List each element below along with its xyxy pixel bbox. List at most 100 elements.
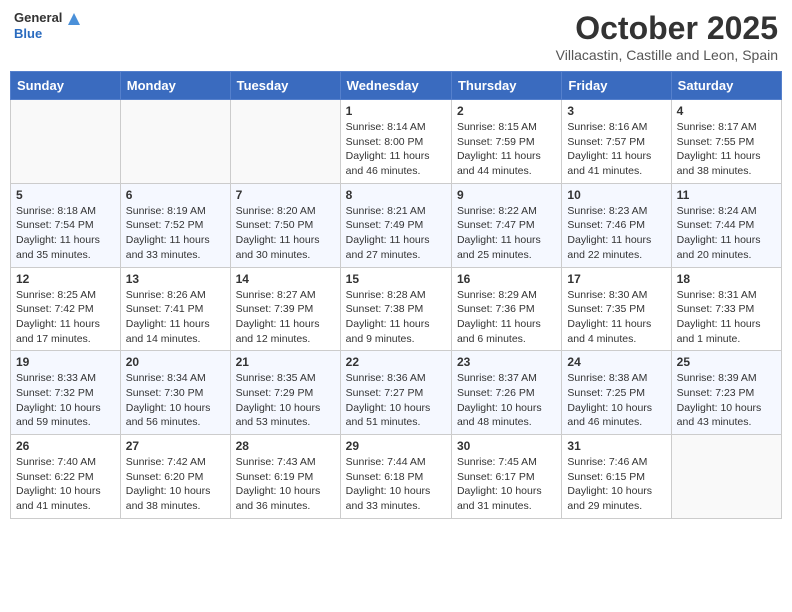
- day-info: Sunrise: 7:46 AM Sunset: 6:15 PM Dayligh…: [567, 455, 665, 514]
- day-number: 20: [126, 355, 225, 369]
- calendar-cell: 1 Sunrise: 8:14 AM Sunset: 8:00 PM Daylig…: [340, 100, 451, 184]
- day-info: Sunrise: 8:33 AM Sunset: 7:32 PM Dayligh…: [16, 371, 115, 430]
- day-number: 17: [567, 272, 665, 286]
- weekday-header-wednesday: Wednesday: [340, 72, 451, 100]
- day-number: 28: [236, 439, 335, 453]
- calendar-cell: 3 Sunrise: 8:16 AM Sunset: 7:57 PM Daylig…: [562, 100, 671, 184]
- day-number: 6: [126, 188, 225, 202]
- day-number: 1: [346, 104, 446, 118]
- day-info: Sunrise: 8:25 AM Sunset: 7:42 PM Dayligh…: [16, 288, 115, 347]
- day-info: Sunrise: 8:34 AM Sunset: 7:30 PM Dayligh…: [126, 371, 225, 430]
- calendar-cell: 8 Sunrise: 8:21 AM Sunset: 7:49 PM Daylig…: [340, 183, 451, 267]
- day-number: 10: [567, 188, 665, 202]
- calendar-cell: 9 Sunrise: 8:22 AM Sunset: 7:47 PM Daylig…: [451, 183, 561, 267]
- day-info: Sunrise: 8:20 AM Sunset: 7:50 PM Dayligh…: [236, 204, 335, 263]
- day-number: 18: [677, 272, 776, 286]
- page-header: General Blue October 2025 Villacastin, C…: [10, 10, 782, 63]
- day-number: 24: [567, 355, 665, 369]
- day-info: Sunrise: 8:22 AM Sunset: 7:47 PM Dayligh…: [457, 204, 556, 263]
- calendar-cell: [230, 100, 340, 184]
- calendar-cell: 18 Sunrise: 8:31 AM Sunset: 7:33 PM Dayli…: [671, 267, 781, 351]
- calendar-cell: 23Sunrise: 8:37 AM Sunset: 7:26 PM Dayli…: [451, 351, 561, 435]
- calendar-cell: 16 Sunrise: 8:29 AM Sunset: 7:36 PM Dayli…: [451, 267, 561, 351]
- day-number: 11: [677, 188, 776, 202]
- calendar-cell: [671, 435, 781, 519]
- weekday-header-sunday: Sunday: [11, 72, 121, 100]
- calendar-cell: 25Sunrise: 8:39 AM Sunset: 7:23 PM Dayli…: [671, 351, 781, 435]
- day-number: 14: [236, 272, 335, 286]
- calendar-cell: [120, 100, 230, 184]
- calendar-cell: 7 Sunrise: 8:20 AM Sunset: 7:50 PM Daylig…: [230, 183, 340, 267]
- day-number: 27: [126, 439, 225, 453]
- calendar-cell: [11, 100, 121, 184]
- calendar-cell: 5 Sunrise: 8:18 AM Sunset: 7:54 PM Daylig…: [11, 183, 121, 267]
- calendar-cell: 29 Sunrise: 7:44 AM Sunset: 6:18 PM Dayli…: [340, 435, 451, 519]
- day-info: Sunrise: 7:45 AM Sunset: 6:17 PM Dayligh…: [457, 455, 556, 514]
- calendar-cell: 4 Sunrise: 8:17 AM Sunset: 7:55 PM Daylig…: [671, 100, 781, 184]
- calendar-cell: 20 Sunrise: 8:34 AM Sunset: 7:30 PM Dayli…: [120, 351, 230, 435]
- calendar-week-row: 12 Sunrise: 8:25 AM Sunset: 7:42 PM Dayli…: [11, 267, 782, 351]
- day-info: Sunrise: 8:38 AM Sunset: 7:25 PM Dayligh…: [567, 371, 665, 430]
- day-info: Sunrise: 8:27 AM Sunset: 7:39 PM Dayligh…: [236, 288, 335, 347]
- calendar-cell: 30 Sunrise: 7:45 AM Sunset: 6:17 PM Dayli…: [451, 435, 561, 519]
- day-number: 16: [457, 272, 556, 286]
- logo: General Blue: [14, 10, 81, 41]
- day-info: Sunrise: 8:24 AM Sunset: 7:44 PM Dayligh…: [677, 204, 776, 263]
- calendar-cell: 6Sunrise: 8:19 AM Sunset: 7:52 PM Daylig…: [120, 183, 230, 267]
- day-number: 9: [457, 188, 556, 202]
- day-number: 30: [457, 439, 556, 453]
- day-info: Sunrise: 8:18 AM Sunset: 7:54 PM Dayligh…: [16, 204, 115, 263]
- logo-blue-text: Blue: [14, 26, 81, 42]
- day-info: Sunrise: 8:36 AM Sunset: 7:27 PM Dayligh…: [346, 371, 446, 430]
- day-number: 8: [346, 188, 446, 202]
- day-info: Sunrise: 8:17 AM Sunset: 7:55 PM Dayligh…: [677, 120, 776, 179]
- page-title: October 2025: [556, 10, 778, 47]
- day-number: 29: [346, 439, 446, 453]
- calendar-cell: 13Sunrise: 8:26 AM Sunset: 7:41 PM Dayli…: [120, 267, 230, 351]
- day-number: 7: [236, 188, 335, 202]
- calendar-cell: 28Sunrise: 7:43 AM Sunset: 6:19 PM Dayli…: [230, 435, 340, 519]
- day-number: 3: [567, 104, 665, 118]
- day-number: 31: [567, 439, 665, 453]
- calendar-cell: 12 Sunrise: 8:25 AM Sunset: 7:42 PM Dayli…: [11, 267, 121, 351]
- day-info: Sunrise: 8:29 AM Sunset: 7:36 PM Dayligh…: [457, 288, 556, 347]
- day-info: Sunrise: 8:14 AM Sunset: 8:00 PM Dayligh…: [346, 120, 446, 179]
- title-section: October 2025 Villacastin, Castille and L…: [556, 10, 778, 63]
- calendar-cell: 21Sunrise: 8:35 AM Sunset: 7:29 PM Dayli…: [230, 351, 340, 435]
- weekday-header-saturday: Saturday: [671, 72, 781, 100]
- day-number: 13: [126, 272, 225, 286]
- calendar-cell: 22Sunrise: 8:36 AM Sunset: 7:27 PM Dayli…: [340, 351, 451, 435]
- day-number: 12: [16, 272, 115, 286]
- day-info: Sunrise: 8:15 AM Sunset: 7:59 PM Dayligh…: [457, 120, 556, 179]
- weekday-header-thursday: Thursday: [451, 72, 561, 100]
- calendar-week-row: 26 Sunrise: 7:40 AM Sunset: 6:22 PM Dayli…: [11, 435, 782, 519]
- calendar-cell: 2 Sunrise: 8:15 AM Sunset: 7:59 PM Daylig…: [451, 100, 561, 184]
- day-info: Sunrise: 8:30 AM Sunset: 7:35 PM Dayligh…: [567, 288, 665, 347]
- calendar-cell: 10Sunrise: 8:23 AM Sunset: 7:46 PM Dayli…: [562, 183, 671, 267]
- calendar-cell: 31 Sunrise: 7:46 AM Sunset: 6:15 PM Dayli…: [562, 435, 671, 519]
- calendar-week-row: 1 Sunrise: 8:14 AM Sunset: 8:00 PM Daylig…: [11, 100, 782, 184]
- logo-triangle-icon: [67, 12, 81, 26]
- day-number: 2: [457, 104, 556, 118]
- day-number: 4: [677, 104, 776, 118]
- calendar-table: SundayMondayTuesdayWednesdayThursdayFrid…: [10, 71, 782, 519]
- day-number: 21: [236, 355, 335, 369]
- day-info: Sunrise: 7:44 AM Sunset: 6:18 PM Dayligh…: [346, 455, 446, 514]
- day-info: Sunrise: 8:31 AM Sunset: 7:33 PM Dayligh…: [677, 288, 776, 347]
- day-number: 5: [16, 188, 115, 202]
- day-info: Sunrise: 8:28 AM Sunset: 7:38 PM Dayligh…: [346, 288, 446, 347]
- calendar-cell: 15Sunrise: 8:28 AM Sunset: 7:38 PM Dayli…: [340, 267, 451, 351]
- day-number: 26: [16, 439, 115, 453]
- day-info: Sunrise: 7:42 AM Sunset: 6:20 PM Dayligh…: [126, 455, 225, 514]
- day-info: Sunrise: 7:40 AM Sunset: 6:22 PM Dayligh…: [16, 455, 115, 514]
- day-info: Sunrise: 8:39 AM Sunset: 7:23 PM Dayligh…: [677, 371, 776, 430]
- logo-general-text: General: [14, 10, 62, 25]
- calendar-cell: 14 Sunrise: 8:27 AM Sunset: 7:39 PM Dayli…: [230, 267, 340, 351]
- calendar-cell: 19Sunrise: 8:33 AM Sunset: 7:32 PM Dayli…: [11, 351, 121, 435]
- calendar-cell: 17 Sunrise: 8:30 AM Sunset: 7:35 PM Dayli…: [562, 267, 671, 351]
- weekday-header-monday: Monday: [120, 72, 230, 100]
- day-info: Sunrise: 8:21 AM Sunset: 7:49 PM Dayligh…: [346, 204, 446, 263]
- day-info: Sunrise: 8:16 AM Sunset: 7:57 PM Dayligh…: [567, 120, 665, 179]
- calendar-cell: 24 Sunrise: 8:38 AM Sunset: 7:25 PM Dayli…: [562, 351, 671, 435]
- calendar-cell: 11 Sunrise: 8:24 AM Sunset: 7:44 PM Dayli…: [671, 183, 781, 267]
